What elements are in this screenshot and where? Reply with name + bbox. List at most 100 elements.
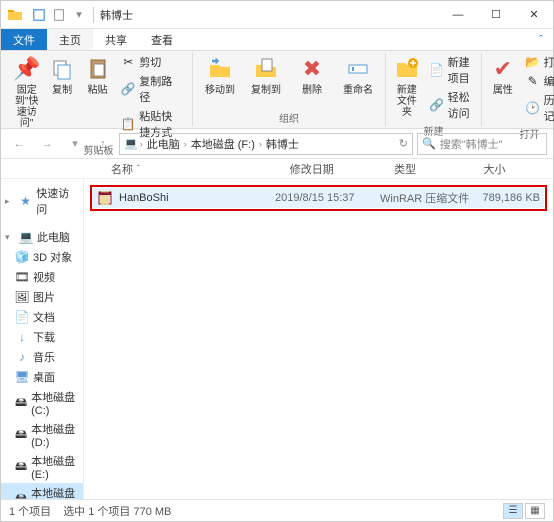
window-title: 韩博士: [100, 7, 133, 23]
video-icon: 🎞: [15, 270, 29, 284]
search-input[interactable]: 🔍 搜索"韩博士": [417, 133, 547, 155]
pin-button[interactable]: 📌 固定到"快速访问": [11, 53, 42, 129]
ribbon: 📌 固定到"快速访问" 复制 粘贴 ✂剪切 🔗复制路径 📋粘贴快捷方式 剪贴板 …: [1, 51, 553, 129]
nav-drive-e[interactable]: 🖴本地磁盘 (E:): [1, 451, 83, 483]
file-size: 789,186 KB: [470, 192, 540, 204]
status-bar: 1 个项目 选中 1 个项目 770 MB ☰ ▦: [1, 499, 553, 521]
highlight-box: HanBoShi 2019/8/15 15:37 WinRAR 压缩文件 789…: [90, 185, 547, 211]
open-icon: 📂: [526, 55, 540, 69]
view-details-button[interactable]: ☰: [503, 503, 523, 519]
file-name: HanBoShi: [119, 192, 275, 204]
copypath-button[interactable]: 🔗复制路径: [117, 72, 186, 106]
tab-home[interactable]: 主页: [47, 29, 93, 50]
tab-view[interactable]: 查看: [139, 29, 185, 50]
drive-icon: 🖴: [15, 396, 27, 410]
help-button[interactable]: ˆ: [529, 29, 553, 50]
address-box[interactable]: 💻 › 此电脑 › 本地磁盘 (F:) › 韩博士 ↻: [119, 133, 413, 155]
recent-button[interactable]: ▾: [63, 133, 87, 155]
paste-icon: [84, 55, 112, 83]
qat-properties-icon[interactable]: [31, 7, 47, 23]
nav-pictures[interactable]: 🖼图片: [1, 287, 83, 307]
col-size[interactable]: 大小: [483, 161, 553, 177]
copy-button[interactable]: 复制: [46, 53, 77, 96]
paste-button[interactable]: 粘贴: [82, 53, 113, 96]
crumb-thispc[interactable]: 此电脑: [145, 136, 182, 152]
newitem-button[interactable]: 📄新建项目: [426, 53, 475, 87]
file-type: WinRAR 压缩文件: [380, 190, 470, 206]
history-icon: 🕑: [526, 101, 540, 115]
nav-downloads[interactable]: ↓下载: [1, 327, 83, 347]
qat-dropdown-icon[interactable]: ▾: [71, 7, 87, 23]
nav-music[interactable]: ♪音乐: [1, 347, 83, 367]
titlebar: ▾ 韩博士 — ☐ ✕: [1, 1, 553, 29]
view-icons-button[interactable]: ▦: [525, 503, 545, 519]
col-date[interactable]: 修改日期: [290, 161, 394, 177]
col-type[interactable]: 类型: [394, 161, 483, 177]
pasteshortcut-icon: 📋: [121, 117, 135, 131]
nav-drive-d[interactable]: 🖴本地磁盘 (D:): [1, 419, 83, 451]
downloads-icon: ↓: [15, 330, 29, 344]
cut-icon: ✂: [121, 55, 135, 69]
rename-icon: [344, 55, 372, 83]
tab-share[interactable]: 共享: [93, 29, 139, 50]
3d-icon: 🧊: [15, 250, 29, 264]
nav-quickaccess[interactable]: ▸★快速访问: [1, 183, 83, 219]
back-button[interactable]: ←: [7, 133, 31, 155]
nav-drive-f[interactable]: 🖴本地磁盘 (F:): [1, 483, 83, 499]
properties-button[interactable]: ✔属性: [488, 53, 518, 96]
properties-icon: ✔: [489, 55, 517, 83]
edit-button[interactable]: ✎编辑: [522, 72, 554, 90]
nav-drive-c[interactable]: 🖴本地磁盘 (C:): [1, 387, 83, 419]
qat-new-icon[interactable]: [51, 7, 67, 23]
copyto-button[interactable]: 复制到: [245, 53, 287, 96]
drive-icon: 🖴: [15, 460, 27, 474]
open-button[interactable]: 📂打开: [522, 53, 554, 71]
file-list: HanBoShi 2019/8/15 15:37 WinRAR 压缩文件 789…: [84, 179, 553, 499]
up-button[interactable]: ↑: [91, 133, 115, 155]
file-row[interactable]: HanBoShi 2019/8/15 15:37 WinRAR 压缩文件 789…: [93, 188, 544, 208]
desktop-icon: 🖥: [15, 370, 29, 384]
moveto-icon: [206, 55, 234, 83]
pc-icon: 💻: [124, 137, 138, 150]
drive-icon: 🖴: [15, 492, 27, 499]
newitem-icon: 📄: [430, 63, 444, 77]
pc-icon: 💻: [19, 230, 33, 244]
crumb-folder[interactable]: 韩博士: [264, 136, 301, 152]
nav-documents[interactable]: 📄文档: [1, 307, 83, 327]
col-name[interactable]: 名称ˆ: [111, 161, 290, 177]
search-icon: 🔍: [422, 137, 436, 150]
copyto-icon: [252, 55, 280, 83]
tab-file[interactable]: 文件: [1, 29, 47, 50]
nav-desktop[interactable]: 🖥桌面: [1, 367, 83, 387]
cut-button[interactable]: ✂剪切: [117, 53, 186, 71]
star-icon: ★: [19, 194, 33, 208]
ribbon-tabs: 文件 主页 共享 查看 ˆ: [1, 29, 553, 51]
forward-button[interactable]: →: [35, 133, 59, 155]
refresh-button[interactable]: ↻: [399, 137, 408, 150]
drive-icon: 🖴: [15, 428, 27, 442]
folder-icon: [7, 7, 23, 23]
nav-videos[interactable]: 🎞视频: [1, 267, 83, 287]
status-count: 1 个项目: [9, 503, 51, 519]
newfolder-button[interactable]: 新建文件夹: [392, 53, 422, 118]
archive-icon: [97, 190, 113, 206]
edit-icon: ✎: [526, 74, 540, 88]
maximize-button[interactable]: ☐: [477, 1, 515, 29]
column-headers: 名称ˆ 修改日期 类型 大小: [1, 159, 553, 179]
history-button[interactable]: 🕑历史记录: [522, 91, 554, 125]
nav-pane: ▸★快速访问 ▾💻此电脑 🧊3D 对象 🎞视频 🖼图片 📄文档 ↓下载 ♪音乐 …: [1, 179, 84, 499]
rename-button[interactable]: 重命名: [337, 53, 379, 96]
moveto-button[interactable]: 移动到: [199, 53, 241, 96]
crumb-drive[interactable]: 本地磁盘 (F:): [189, 136, 257, 152]
delete-button[interactable]: ✖删除: [291, 53, 333, 96]
copypath-icon: 🔗: [121, 82, 135, 96]
documents-icon: 📄: [15, 310, 29, 324]
close-button[interactable]: ✕: [515, 1, 553, 29]
newfolder-icon: [393, 55, 421, 83]
quick-access-toolbar: ▾: [31, 7, 87, 23]
file-date: 2019/8/15 15:37: [275, 192, 380, 204]
nav-3dobjects[interactable]: 🧊3D 对象: [1, 247, 83, 267]
easyaccess-button[interactable]: 🔗轻松访问: [426, 88, 475, 122]
minimize-button[interactable]: —: [439, 1, 477, 29]
nav-thispc[interactable]: ▾💻此电脑: [1, 227, 83, 247]
